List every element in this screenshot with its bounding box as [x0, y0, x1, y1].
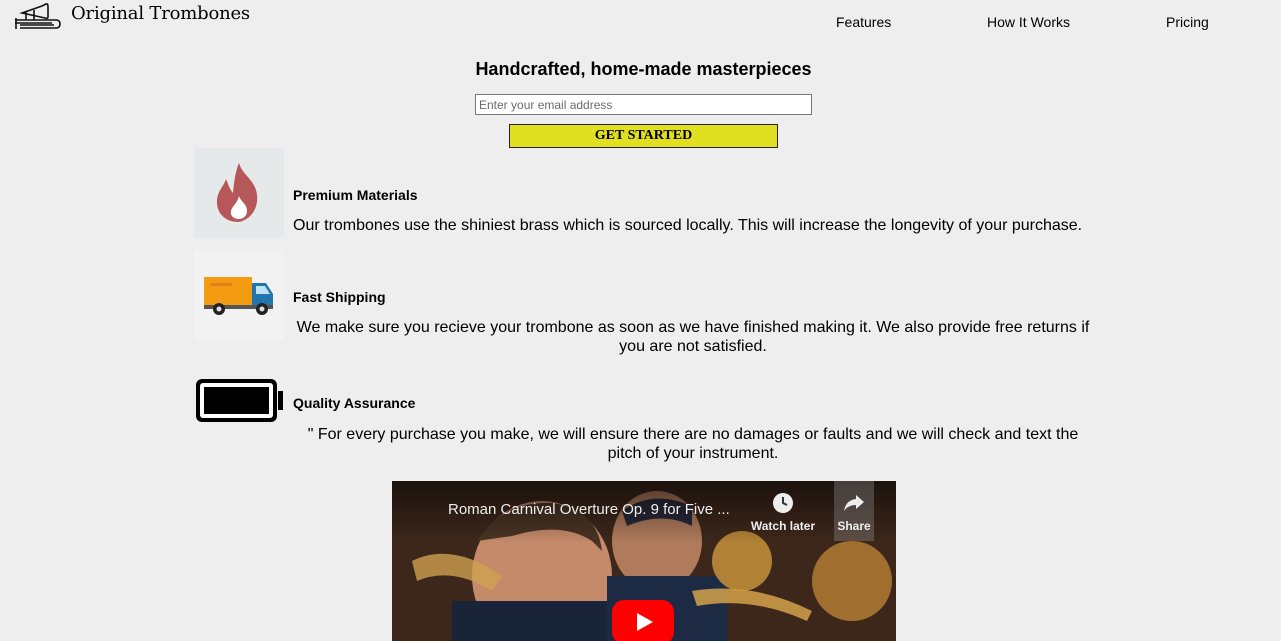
- battery-icon: [194, 356, 284, 446]
- share-icon: [844, 495, 864, 511]
- watch-later-label: Watch later: [750, 519, 816, 533]
- feature-title-quality-assurance: Quality Assurance: [293, 395, 416, 411]
- nav-link-features[interactable]: Features: [836, 14, 891, 30]
- fire-icon: [194, 148, 284, 238]
- share-button[interactable]: Share: [819, 481, 889, 541]
- video-player[interactable]: Roman Carnival Overture Op. 9 for Five .…: [392, 481, 896, 641]
- brand-name[interactable]: Original Trombones: [71, 3, 250, 24]
- youtube-play-icon[interactable]: [612, 600, 674, 641]
- hero-title: Handcrafted, home-made masterpieces: [475, 59, 812, 79]
- feature-description: We make sure you recieve your trombone a…: [296, 319, 1090, 355]
- feature-title-premium-materials: Premium Materials: [293, 187, 418, 203]
- feature-description: " For every purchase you make, we will e…: [307, 426, 1079, 462]
- get-started-button[interactable]: GET STARTED: [509, 124, 778, 148]
- feature-title-fast-shipping: Fast Shipping: [293, 289, 386, 305]
- clock-icon: [773, 493, 793, 513]
- email-input[interactable]: [475, 94, 812, 115]
- nav-link-how-it-works[interactable]: How It Works: [987, 14, 1070, 30]
- nav-link-pricing[interactable]: Pricing: [1166, 14, 1209, 30]
- logo[interactable]: [12, 0, 62, 32]
- truck-icon: [194, 250, 284, 340]
- watch-later-button[interactable]: Watch later: [748, 491, 818, 533]
- share-label: Share: [837, 519, 871, 533]
- trombone-icon: [15, 3, 61, 29]
- feature-description: Our trombones use the shiniest brass whi…: [293, 217, 1083, 234]
- video-title[interactable]: Roman Carnival Overture Op. 9 for Five .…: [448, 501, 748, 518]
